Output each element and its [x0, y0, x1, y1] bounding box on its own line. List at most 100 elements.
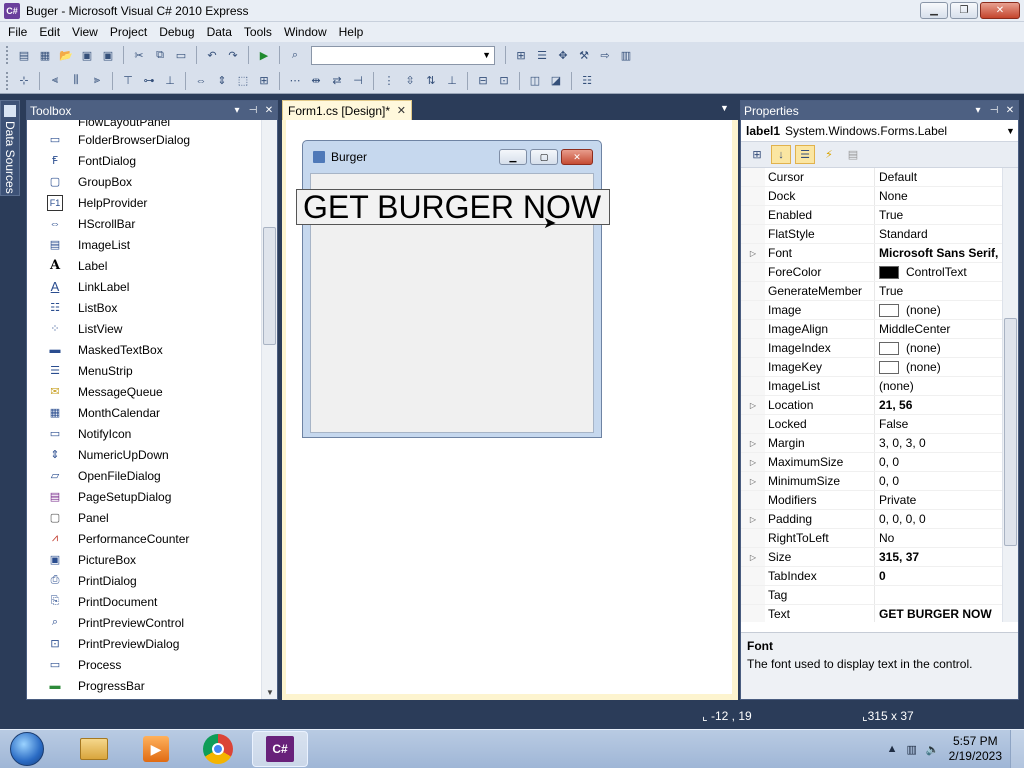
menu-help[interactable]: Help [333, 22, 370, 42]
horizontal-spacing-equal-icon[interactable]: ⋯ [286, 72, 304, 90]
redo-icon[interactable]: ↷ [224, 46, 242, 64]
property-row[interactable]: Locked False [741, 415, 1018, 434]
data-sources-tab[interactable]: Data Sources [0, 100, 20, 196]
property-row[interactable]: ▷ Size 315, 37 [741, 548, 1018, 567]
menu-file[interactable]: File [2, 22, 33, 42]
toolbox-item[interactable]: ⎘ PrintDocument [27, 591, 277, 612]
property-value[interactable]: MiddleCenter [875, 320, 1018, 338]
property-row[interactable]: RightToLeft No [741, 529, 1018, 548]
property-value[interactable]: True [875, 282, 1018, 300]
properties-window-icon[interactable]: ☰ [533, 46, 551, 64]
restore-button[interactable]: ❐ [950, 2, 978, 19]
taskbar-explorer[interactable] [66, 731, 122, 767]
vertical-spacing-equal-icon[interactable]: ⋮ [380, 72, 398, 90]
new-project-icon[interactable]: ▤ [15, 46, 33, 64]
property-row[interactable]: Modifiers Private [741, 491, 1018, 510]
property-row[interactable]: GenerateMember True [741, 282, 1018, 301]
property-value[interactable]: No [875, 529, 1018, 547]
make-same-height-icon[interactable]: ⇕ [213, 72, 231, 90]
label1-control[interactable]: GET BURGER NOW [296, 189, 610, 225]
pin-icon[interactable]: ⊣ [245, 105, 261, 116]
expand-icon[interactable]: ▷ [741, 510, 765, 528]
toolbox-item[interactable]: ▭ Process [27, 654, 277, 675]
property-row[interactable]: ▷ MinimumSize 0, 0 [741, 472, 1018, 491]
property-row[interactable]: ▷ Padding 0, 0, 0, 0 [741, 510, 1018, 529]
property-value[interactable]: 0 [875, 567, 1018, 585]
increase-vertical-spacing-icon[interactable]: ⇳ [401, 72, 419, 90]
toolbox-scrollbar[interactable]: ▼ [261, 120, 277, 699]
expand-icon[interactable]: ▷ [741, 548, 765, 566]
scrollbar-thumb[interactable] [1004, 318, 1017, 546]
send-to-back-icon[interactable]: ◪ [547, 72, 565, 90]
toolbox-item[interactable]: ☰ MenuStrip [27, 360, 277, 381]
network-icon[interactable]: ▥ [907, 743, 917, 756]
property-value[interactable]: Private [875, 491, 1018, 509]
taskbar-media-player[interactable]: ▶ [128, 731, 184, 767]
toolbox-item[interactable]: ⁘ ListView [27, 318, 277, 339]
property-value[interactable]: 0, 0 [875, 472, 1018, 490]
property-row[interactable]: ▷ Font Microsoft Sans Serif, 2 [741, 244, 1018, 263]
open-file-icon[interactable]: 📂 [57, 46, 75, 64]
design-surface[interactable]: Burger ▁ ▢ ✕ GET BURGER NOW ➤ [286, 120, 732, 694]
paste-icon[interactable]: ▭ [172, 46, 190, 64]
property-pages-icon[interactable]: ▤ [843, 145, 863, 164]
decrease-horizontal-spacing-icon[interactable]: ⇄ [328, 72, 346, 90]
align-rights-icon[interactable]: ⫸ [88, 72, 106, 90]
scroll-down-arrow-icon[interactable]: ▼ [266, 688, 274, 697]
find-in-files-icon[interactable]: ⌕ [286, 46, 304, 64]
property-value[interactable]: (none) [875, 358, 1018, 376]
toolbox-item[interactable]: ⇕ NumericUpDown [27, 444, 277, 465]
categorized-icon[interactable]: ⊞ [747, 145, 767, 164]
scrollbar-thumb[interactable] [263, 227, 276, 345]
menu-window[interactable]: Window [278, 22, 333, 42]
cut-icon[interactable]: ✂ [130, 46, 148, 64]
property-value[interactable]: 0, 0, 0, 0 [875, 510, 1018, 528]
show-desktop-button[interactable] [1010, 729, 1024, 768]
property-value[interactable]: Default [875, 168, 1018, 186]
tab-form1-design[interactable]: Form1.cs [Design]* ✕ [282, 100, 412, 120]
taskbar-chrome[interactable] [190, 731, 246, 767]
solution-explorer-icon[interactable]: ⊞ [512, 46, 530, 64]
menu-debug[interactable]: Debug [153, 22, 200, 42]
add-item-icon[interactable]: ▦ [36, 46, 54, 64]
expand-icon[interactable]: ▷ [741, 396, 765, 414]
property-value[interactable]: ControlText [875, 263, 1018, 281]
close-icon[interactable]: ✕ [261, 105, 277, 116]
property-value[interactable]: True [875, 206, 1018, 224]
decrease-vertical-spacing-icon[interactable]: ⇅ [422, 72, 440, 90]
properties-scrollbar[interactable] [1002, 168, 1018, 622]
property-row[interactable]: FlatStyle Standard [741, 225, 1018, 244]
property-row[interactable]: Tag [741, 586, 1018, 605]
center-horizontally-icon[interactable]: ⊟ [474, 72, 492, 90]
toolbox-item[interactable]: ▤ PageSetupDialog [27, 486, 277, 507]
expand-icon[interactable]: ▷ [741, 434, 765, 452]
menu-project[interactable]: Project [104, 22, 153, 42]
toolbox-item[interactable]: ▣ PictureBox [27, 549, 277, 570]
property-value[interactable]: GET BURGER NOW [875, 605, 1018, 622]
property-value[interactable]: (none) [875, 377, 1018, 395]
property-value[interactable]: (none) [875, 339, 1018, 357]
align-tops-icon[interactable]: ⊤ [119, 72, 137, 90]
make-same-size-icon[interactable]: ⬚ [234, 72, 252, 90]
alphabetical-icon[interactable]: ↓ [771, 145, 791, 164]
toolbox-item[interactable]: ⌕ PrintPreviewControl [27, 612, 277, 633]
property-value[interactable]: 0, 0 [875, 453, 1018, 471]
align-centers-icon[interactable]: ⫼ [67, 72, 85, 90]
toolbox-item[interactable]: ▤ ImageList [27, 234, 277, 255]
property-row[interactable]: ForeColor ControlText [741, 263, 1018, 282]
expand-icon[interactable]: ▷ [741, 472, 765, 490]
undo-icon[interactable]: ↶ [203, 46, 221, 64]
save-all-icon[interactable]: ▣ [99, 46, 117, 64]
property-row[interactable]: Cursor Default [741, 168, 1018, 187]
size-to-grid-icon[interactable]: ⊞ [255, 72, 273, 90]
start-debugging-icon[interactable]: ▶ [255, 46, 273, 64]
remove-horizontal-spacing-icon[interactable]: ⊣ [349, 72, 367, 90]
property-row[interactable]: Enabled True [741, 206, 1018, 225]
start-button[interactable] [10, 732, 44, 766]
property-row[interactable]: Image (none) [741, 301, 1018, 320]
active-files-dropdown-icon[interactable]: ▼ [720, 103, 729, 113]
object-selector[interactable]: label1 System.Windows.Forms.Label ▼ [741, 120, 1018, 142]
property-row[interactable]: ImageIndex (none) [741, 339, 1018, 358]
properties-view-icon[interactable]: ☰ [795, 145, 815, 164]
toolbox-item[interactable]: A LinkLabel [27, 276, 277, 297]
